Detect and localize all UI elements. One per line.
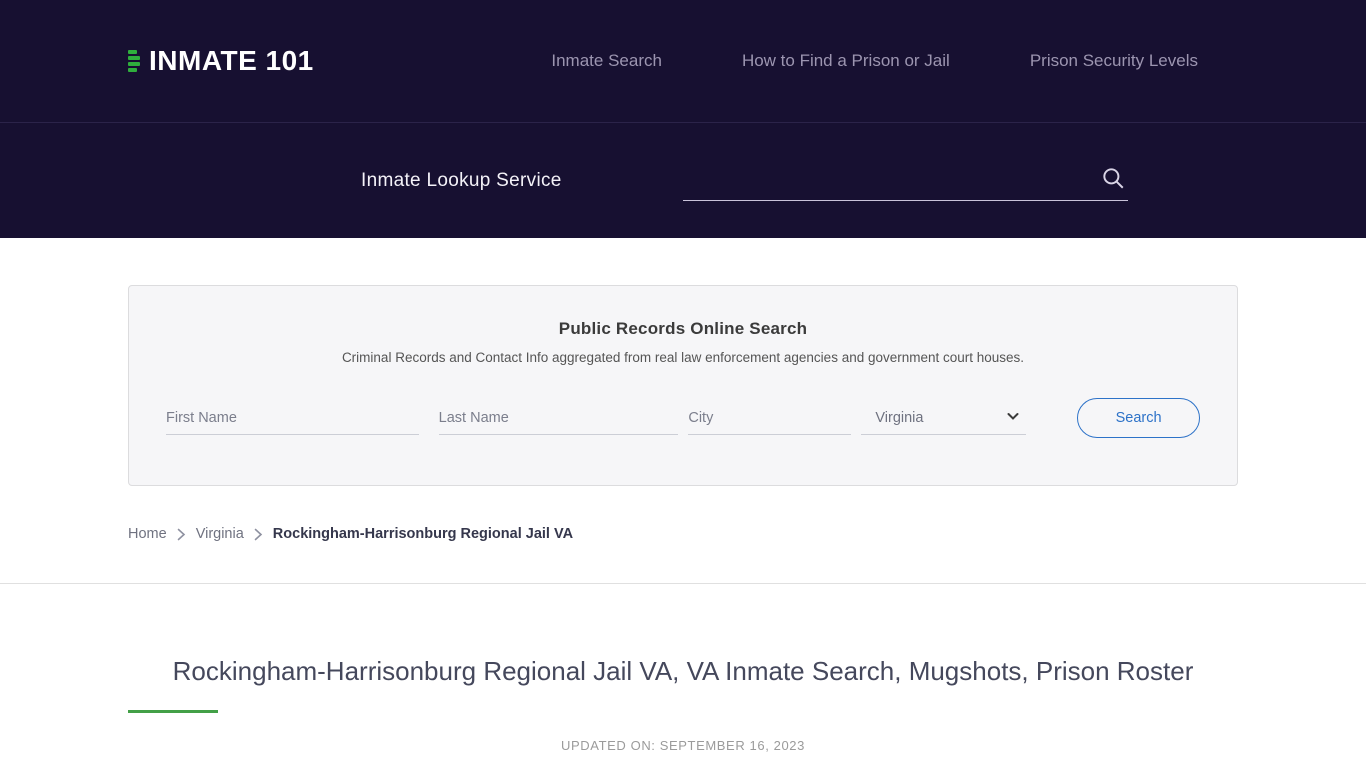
- last-name-field[interactable]: [438, 401, 679, 435]
- state-select-wrap: Virginia: [861, 401, 1027, 435]
- menu-bars-icon: [128, 50, 140, 72]
- lookup-service-title: Inmate Lookup Service: [361, 169, 562, 191]
- header-search-input[interactable]: [683, 160, 1128, 200]
- search-icon[interactable]: [1100, 165, 1126, 191]
- search-button[interactable]: Search: [1077, 398, 1200, 438]
- brand-name: INMATE 101: [149, 45, 314, 76]
- header-search: [683, 160, 1128, 201]
- page-title: Rockingham-Harrisonburg Regional Jail VA…: [172, 656, 1194, 686]
- public-records-search-card: Public Records Online Search Criminal Re…: [128, 285, 1238, 486]
- card-title: Public Records Online Search: [558, 319, 808, 338]
- chevron-right-icon: [177, 528, 186, 541]
- updated-on-label: UPDATED ON: SEPTEMBER 16, 2023: [561, 738, 805, 753]
- breadcrumb-current: Rockingham-Harrisonburg Regional Jail VA: [272, 526, 574, 542]
- breadcrumb: Home Virginia Rockingham-Harrisonburg Re…: [128, 526, 1238, 542]
- nav-item-how-to-find[interactable]: How to Find a Prison or Jail: [742, 51, 950, 71]
- top-header: INMATE 101 Inmate Search How to Find a P…: [0, 0, 1366, 122]
- breadcrumb-virginia[interactable]: Virginia: [196, 526, 244, 542]
- state-select[interactable]: Virginia: [861, 401, 1027, 435]
- nav-item-inmate-search[interactable]: Inmate Search: [551, 51, 662, 71]
- main-nav: Inmate Search How to Find a Prison or Ja…: [551, 51, 1198, 71]
- chevron-right-icon: [254, 528, 263, 541]
- breadcrumb-home[interactable]: Home: [128, 526, 167, 542]
- card-subtitle: Criminal Records and Contact Info aggreg…: [341, 350, 1025, 365]
- sub-header: Inmate Lookup Service: [0, 122, 1366, 238]
- section-divider: [0, 583, 1366, 584]
- main-content: Public Records Online Search Criminal Re…: [0, 285, 1366, 753]
- brand-logo[interactable]: INMATE 101: [128, 45, 314, 77]
- search-form: Virginia Search: [166, 398, 1200, 438]
- nav-item-security-levels[interactable]: Prison Security Levels: [1030, 51, 1198, 71]
- title-accent-rule: [128, 710, 218, 713]
- city-field[interactable]: [688, 401, 852, 435]
- first-name-field[interactable]: [166, 401, 419, 435]
